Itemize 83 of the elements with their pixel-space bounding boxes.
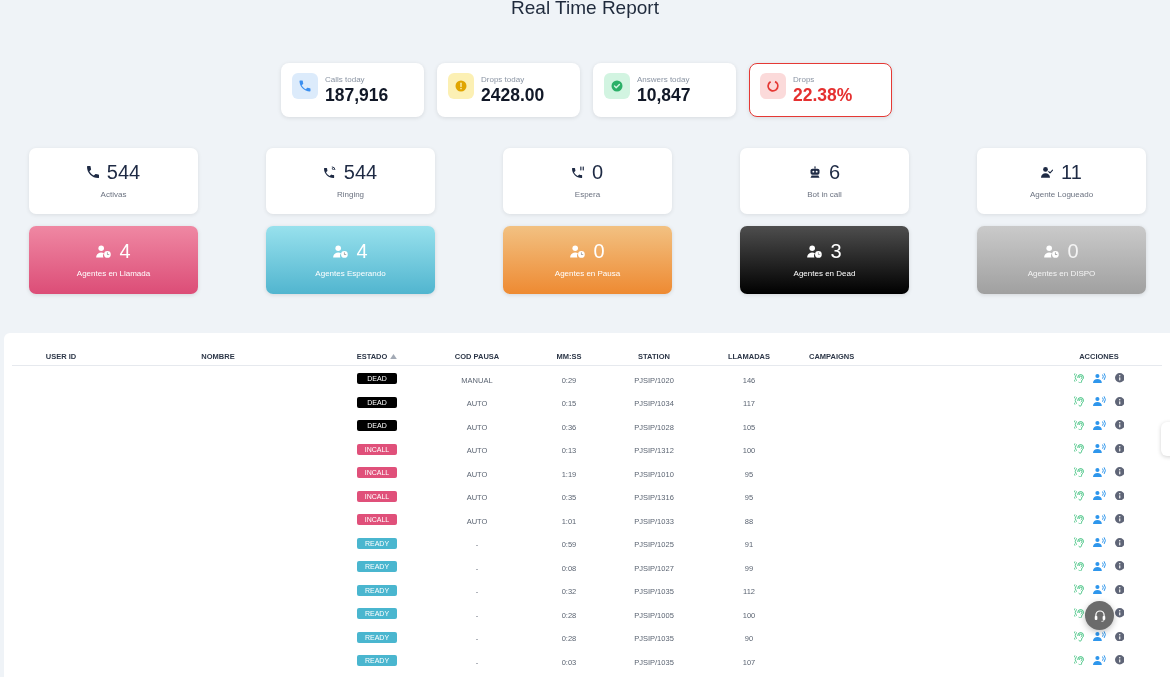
headset-icon	[1093, 609, 1106, 622]
phone-ringing-icon	[323, 166, 336, 178]
stat-label: Activas	[100, 190, 127, 200]
speaking-user-icon[interactable]	[1093, 372, 1106, 383]
ear-icon[interactable]	[1074, 419, 1084, 430]
speaking-user-icon[interactable]	[1093, 396, 1106, 407]
info-icon[interactable]	[1114, 514, 1124, 524]
user-clock-icon	[96, 244, 112, 258]
agent-label: Agentes en Llamada	[76, 269, 151, 279]
info-icon[interactable]	[1114, 490, 1124, 500]
info-icon[interactable]	[1114, 608, 1124, 618]
ear-icon[interactable]	[1074, 631, 1084, 642]
stat-value: 0	[591, 160, 604, 184]
summary-value: 2428.00	[481, 85, 545, 106]
robot-icon	[808, 166, 821, 178]
ear-icon[interactable]	[1074, 537, 1084, 548]
speaking-user-icon[interactable]	[1093, 654, 1106, 665]
summary-label: Answers today	[637, 75, 691, 85]
user-clock-icon	[807, 244, 823, 258]
ear-icon[interactable]	[1074, 654, 1084, 665]
agent-value: 4	[356, 239, 368, 263]
agent-label: Agentes en Pausa	[554, 269, 621, 279]
ear-icon[interactable]	[1074, 396, 1084, 407]
speaking-user-icon[interactable]	[1093, 584, 1106, 595]
ear-icon[interactable]	[1074, 513, 1084, 524]
ear-icon[interactable]	[1074, 466, 1084, 477]
ear-icon[interactable]	[1074, 560, 1084, 571]
summary-label: Drops today	[481, 75, 526, 85]
user-clock-icon	[570, 244, 586, 258]
summary-value: 187,916	[325, 85, 389, 106]
info-icon[interactable]	[1114, 396, 1124, 406]
phone-icon	[292, 73, 318, 99]
info-icon[interactable]	[1114, 584, 1124, 594]
stat-value: 544	[343, 160, 378, 184]
stat-value: 11	[1061, 160, 1082, 184]
page-title: Real Time Report	[511, 0, 659, 19]
agent-value: 4	[119, 239, 131, 263]
agent-value: 0	[593, 239, 605, 263]
stat-value: 544	[106, 160, 141, 184]
ring-icon	[760, 73, 786, 99]
agent-label: Agentes en Dead	[793, 269, 856, 279]
exclamation-icon	[448, 73, 474, 99]
stat-label: Agente Logueado	[1029, 190, 1094, 200]
info-icon[interactable]	[1114, 561, 1124, 571]
info-icon[interactable]	[1114, 443, 1124, 453]
info-icon[interactable]	[1114, 631, 1124, 641]
speaking-user-icon[interactable]	[1093, 443, 1106, 454]
speaking-user-icon[interactable]	[1093, 419, 1106, 430]
phone-icon	[86, 166, 99, 178]
info-icon[interactable]	[1114, 467, 1124, 477]
summary-value: 10,847	[637, 85, 691, 106]
check-icon	[604, 73, 630, 99]
agent-label: Agentes en DISPO	[1027, 269, 1096, 279]
user-check-icon	[1041, 166, 1054, 178]
stat-label: Espera	[574, 190, 601, 200]
user-clock-icon	[333, 244, 349, 258]
sort-icon[interactable]	[390, 354, 398, 359]
ear-icon[interactable]	[1074, 372, 1084, 383]
ear-icon[interactable]	[1074, 490, 1084, 501]
info-icon[interactable]	[1114, 373, 1124, 383]
stat-label: Ringing	[336, 190, 365, 200]
speaking-user-icon[interactable]	[1093, 513, 1106, 524]
ear-icon[interactable]	[1074, 584, 1084, 595]
user-clock-icon	[1044, 244, 1060, 258]
info-icon[interactable]	[1114, 537, 1124, 547]
agent-value: 3	[830, 239, 842, 263]
info-icon[interactable]	[1114, 655, 1124, 665]
summary-label: Calls today	[325, 75, 366, 85]
speaking-user-icon[interactable]	[1093, 490, 1106, 501]
stat-value: 6	[828, 160, 841, 184]
phone-pause-icon	[571, 166, 584, 178]
ear-icon[interactable]	[1074, 443, 1084, 454]
speaking-user-icon[interactable]	[1093, 537, 1106, 548]
speaking-user-icon[interactable]	[1093, 631, 1106, 642]
speaking-user-icon[interactable]	[1093, 560, 1106, 571]
summary-label: Drops	[793, 75, 816, 85]
info-icon[interactable]	[1114, 420, 1124, 430]
summary-value: 22.38%	[793, 85, 853, 106]
agent-value: 0	[1067, 239, 1079, 263]
ear-icon[interactable]	[1074, 607, 1084, 618]
stat-label: Bot in call	[807, 190, 842, 200]
speaking-user-icon[interactable]	[1093, 466, 1106, 477]
agent-label: Agentes Esperando	[315, 269, 386, 279]
